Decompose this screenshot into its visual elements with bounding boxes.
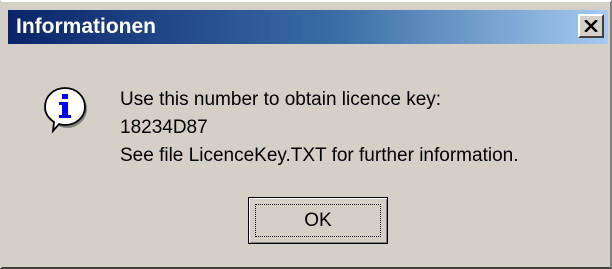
- ok-button-label: OK: [304, 209, 332, 231]
- message-line-3: See file LicenceKey.TXT for further info…: [120, 145, 519, 166]
- close-button[interactable]: [578, 14, 604, 38]
- title-bar[interactable]: Informationen: [8, 10, 608, 44]
- dialog-title: Informationen: [16, 15, 156, 38]
- info-icon: [44, 87, 87, 134]
- ok-button[interactable]: OK: [248, 197, 388, 244]
- close-icon: [584, 20, 598, 32]
- info-dialog: Informationen Use this number to obtain …: [0, 0, 612, 269]
- licence-number: 18234D87: [120, 117, 208, 138]
- message-line-1: Use this number to obtain licence key:: [120, 89, 442, 110]
- message-text: Use this number to obtain licence key: 1…: [120, 86, 518, 170]
